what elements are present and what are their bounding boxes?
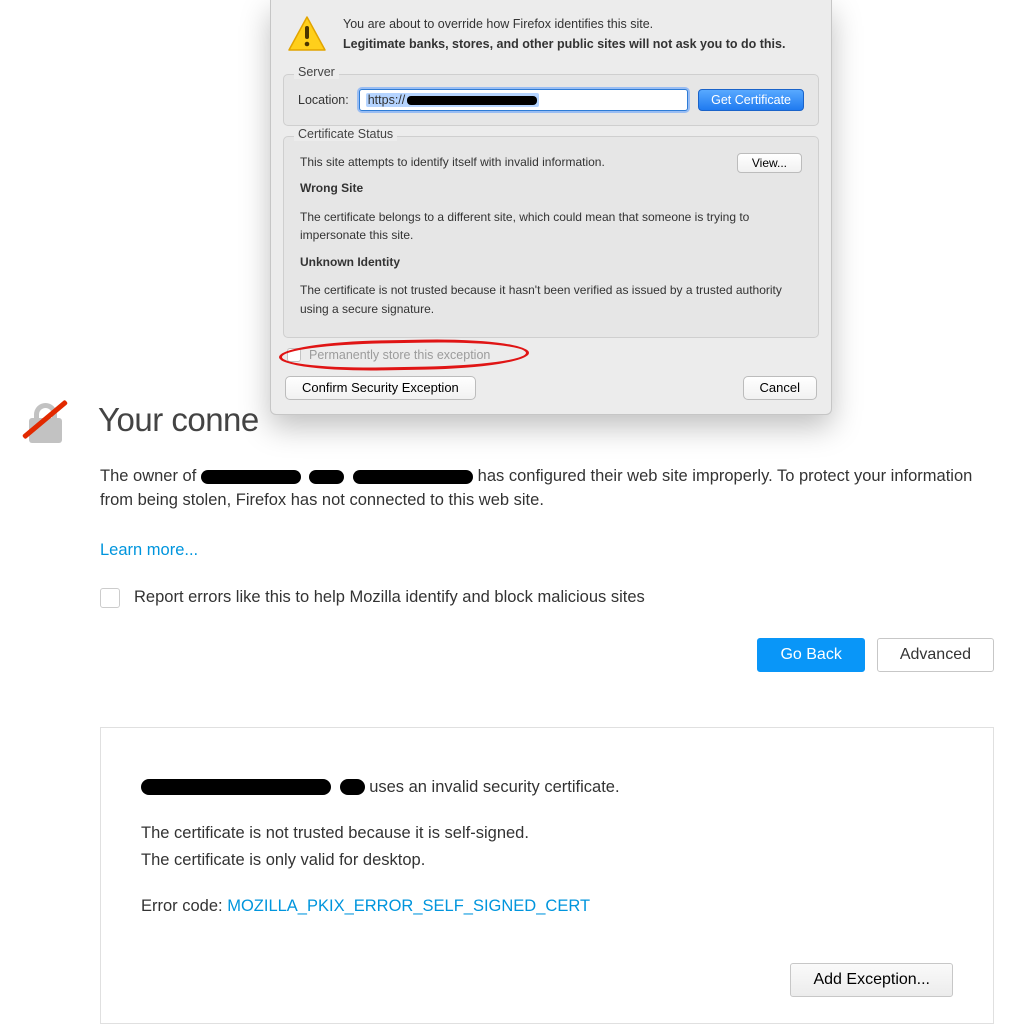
redacted-domain	[141, 779, 331, 795]
report-errors-checkbox[interactable]	[100, 588, 120, 608]
status-legend: Certificate Status	[294, 127, 397, 141]
redacted-url	[407, 96, 537, 105]
location-label: Location:	[298, 93, 349, 107]
permanently-store-label: Permanently store this exception	[309, 348, 490, 362]
error-code-link[interactable]: MOZILLA_PKIX_ERROR_SELF_SIGNED_CERT	[227, 897, 590, 915]
insecure-lock-icon	[20, 395, 70, 445]
redacted-domain	[201, 470, 301, 484]
add-exception-button[interactable]: Add Exception...	[790, 963, 953, 997]
learn-more-link[interactable]: Learn more...	[100, 541, 198, 560]
detail-self-signed: The certificate is not trusted because i…	[141, 822, 953, 846]
cancel-button[interactable]: Cancel	[743, 376, 817, 400]
advanced-button[interactable]: Advanced	[877, 638, 994, 672]
dialog-intro: You are about to override how Firefox id…	[343, 14, 785, 54]
owner-paragraph: The owner of has configured their web si…	[100, 465, 994, 513]
server-legend: Server	[294, 65, 339, 79]
view-certificate-button[interactable]: View...	[737, 153, 802, 173]
page-title: Your conne	[98, 401, 259, 439]
url-scheme: https://	[368, 93, 406, 107]
warning-icon	[287, 14, 327, 54]
go-back-button[interactable]: Go Back	[757, 638, 864, 672]
certificate-detail-panel: uses an invalid security certificate. Th…	[100, 727, 994, 1024]
detail-p1b: uses an invalid security certificate.	[369, 778, 619, 796]
intro-line-1: You are about to override how Firefox id…	[343, 14, 785, 34]
server-fieldset: Server Location: https:// Get Certificat…	[283, 74, 819, 126]
error-code-label: Error code:	[141, 897, 227, 915]
status-intro: This site attempts to identify itself wi…	[300, 153, 605, 172]
redacted-domain	[353, 470, 473, 484]
owner-paragraph-a: The owner of	[100, 467, 201, 485]
get-certificate-button[interactable]: Get Certificate	[698, 89, 804, 111]
wrong-site-heading: Wrong Site	[300, 179, 802, 198]
permanently-store-checkbox[interactable]	[287, 348, 301, 362]
confirm-security-exception-button[interactable]: Confirm Security Exception	[285, 376, 476, 400]
security-exception-dialog: You are about to override how Firefox id…	[270, 0, 832, 415]
unknown-identity-text: The certificate is not trusted because i…	[300, 281, 802, 318]
wrong-site-text: The certificate belongs to a different s…	[300, 208, 802, 245]
location-input[interactable]: https://	[359, 89, 688, 111]
report-errors-label: Report errors like this to help Mozilla …	[134, 588, 645, 607]
insecure-connection-page: Your conne The owner of has configured t…	[20, 395, 994, 1024]
intro-line-2: Legitimate banks, stores, and other publ…	[343, 34, 785, 54]
redacted-domain	[340, 779, 365, 795]
detail-valid-desktop: The certificate is only valid for deskto…	[141, 849, 953, 873]
certificate-status-fieldset: Certificate Status This site attempts to…	[283, 136, 819, 338]
redacted-domain	[309, 470, 344, 484]
unknown-identity-heading: Unknown Identity	[300, 253, 802, 272]
